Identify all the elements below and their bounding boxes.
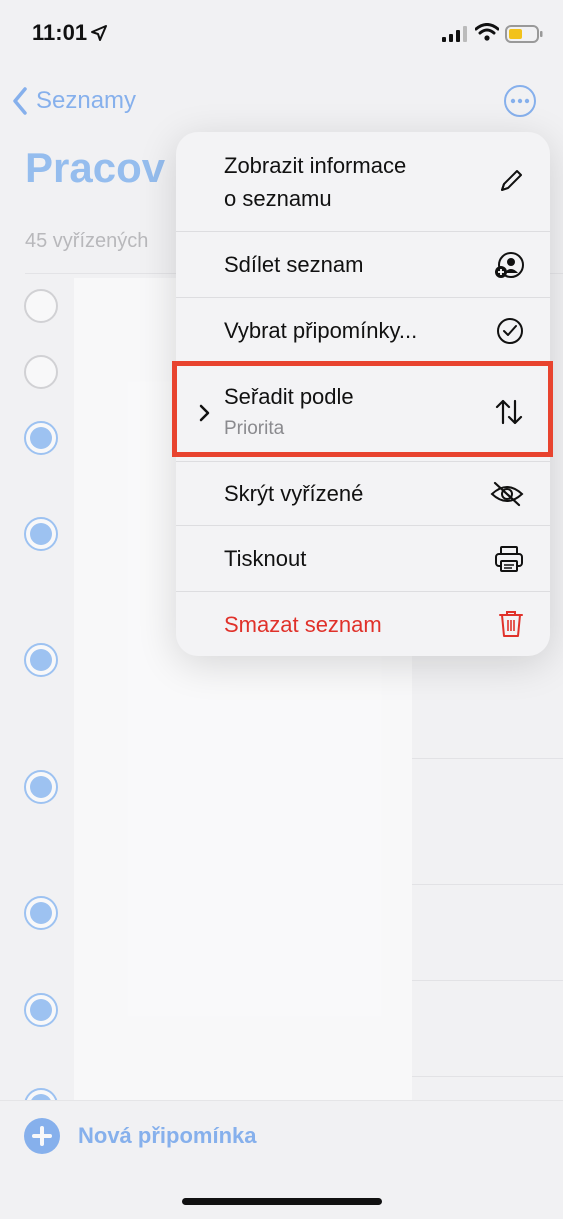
reminder-checkbox-completed[interactable] [24, 770, 58, 804]
reminder-checkbox-completed[interactable] [24, 896, 58, 930]
reminder-checkbox-completed[interactable] [24, 517, 58, 551]
completed-count[interactable]: 45 vyřízených [25, 230, 185, 253]
share-person-icon [495, 252, 524, 278]
menu-item-label: Vybrat připomínky... [224, 318, 418, 343]
back-label: Seznamy [36, 87, 137, 114]
menu-item-select-reminders[interactable]: Vybrat připomínky... [176, 298, 550, 364]
menu-item-delete-list[interactable]: Smazat seznam [176, 592, 550, 656]
pencil-icon [501, 170, 522, 191]
reminder-checkbox-completed[interactable] [24, 643, 58, 677]
new-reminder-label: Nová připomínka [78, 1123, 257, 1148]
row-divider [412, 1076, 563, 1077]
menu-item-label: Tisknout [224, 546, 307, 571]
row-divider [412, 980, 563, 981]
menu-item-label: Smazat seznam [224, 612, 382, 637]
home-indicator [182, 1198, 382, 1205]
menu-item-label: Zobrazit informace o seznamu [224, 153, 407, 211]
more-ellipsis-icon[interactable] [503, 84, 537, 118]
menu-item-hide-completed[interactable]: Skrýt vyřízené [176, 462, 550, 526]
row-divider [412, 884, 563, 885]
eye-slash-icon [490, 481, 524, 507]
checkmark-circle-icon [497, 318, 523, 344]
reminder-checkbox[interactable] [24, 355, 58, 389]
reminder-checkbox-completed[interactable] [24, 993, 58, 1027]
trash-icon [499, 611, 523, 637]
row-divider [412, 758, 563, 759]
back-button[interactable]: Seznamy [12, 84, 136, 118]
menu-item-print[interactable]: Tisknout [176, 526, 550, 592]
reminder-checkbox[interactable] [24, 289, 58, 323]
printer-icon [495, 546, 523, 572]
reminder-checkbox-completed[interactable] [24, 421, 58, 455]
plus-circle-icon [24, 1118, 60, 1154]
menu-item-share-list[interactable]: Sdílet seznam [176, 232, 550, 298]
list-title: Pracov [25, 144, 166, 191]
menu-item-label: Sdílet seznam [224, 252, 364, 277]
highlight-box [172, 361, 553, 457]
menu-item-show-info[interactable]: Zobrazit informace o seznamu [176, 132, 550, 232]
menu-item-label: Skrýt vyřízené [224, 481, 364, 506]
chevron-left-icon [13, 87, 27, 115]
new-reminder-button[interactable]: Nová připomínka [24, 1118, 256, 1154]
